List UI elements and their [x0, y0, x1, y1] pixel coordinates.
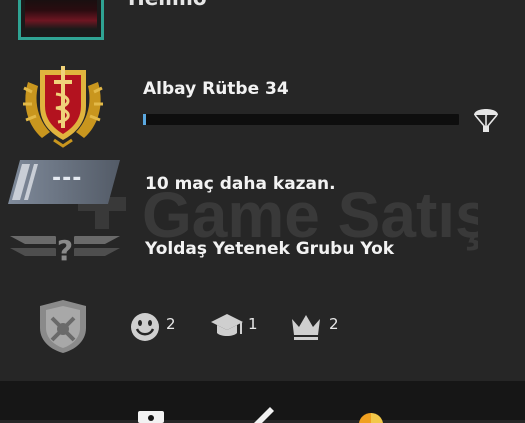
graduation-cap-icon	[211, 314, 243, 336]
squad-status-text: Yoldaş Yetenek Grubu Yok	[145, 239, 395, 259]
smiley-icon	[131, 313, 159, 341]
rank-progress-fill	[143, 114, 147, 125]
commendations-count: 2	[166, 315, 176, 333]
crowns-count: 2	[329, 315, 339, 333]
matches-remaining-text: 10 maç daha kazan.	[145, 174, 336, 194]
rank-title: Albay Rütbe 34	[143, 79, 289, 99]
parachute-icon[interactable]	[473, 103, 499, 133]
svg-text:?: ?	[57, 234, 73, 266]
coin-icon[interactable]	[358, 413, 384, 423]
rank-progress-bar	[143, 114, 459, 125]
rank-emblem-icon	[23, 66, 103, 148]
profile-card-image	[25, 0, 97, 29]
question-chevron-icon: ?	[10, 232, 120, 266]
profile-name: Hellmo	[128, 0, 207, 10]
crown-icon	[292, 315, 320, 340]
shield-emblem-icon[interactable]	[36, 298, 90, 354]
pencil-icon[interactable]	[250, 405, 276, 423]
bottom-bar	[0, 381, 525, 423]
mentor-count: 1	[248, 315, 258, 333]
profile-icon[interactable]	[138, 411, 164, 423]
unranked-badge-icon: ---	[8, 160, 120, 204]
profile-card[interactable]	[18, 0, 104, 40]
unranked-placeholder: ---	[52, 166, 83, 191]
